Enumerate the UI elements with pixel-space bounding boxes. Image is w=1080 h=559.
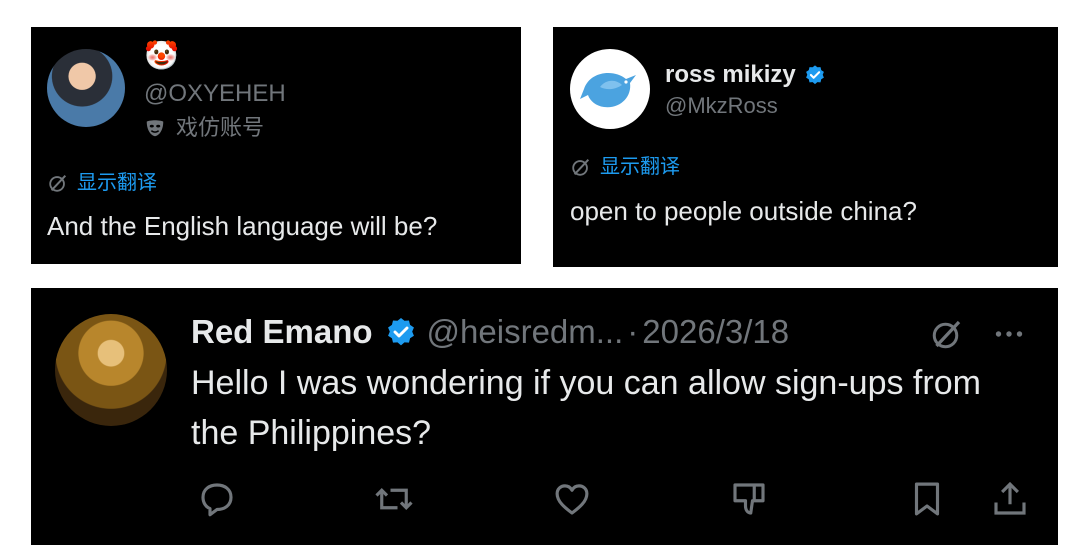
tweet-card-red-emano: Red Emano @heisredm... · 2026/3/18 Hello… <box>31 288 1058 545</box>
profile-emoji: 🤡 <box>144 40 179 71</box>
tweet-card-ross-mikizy: ross mikizy @MkzRoss 显示翻译 open to people… <box>553 27 1058 267</box>
parody-label-text: 戏仿账号 <box>176 115 265 140</box>
display-name[interactable]: Red Emano <box>191 313 373 351</box>
tweet-card-oxyeheh: 🤡 @OXYEHEH 戏仿账号 显示翻译 And the English lan… <box>31 27 521 264</box>
tweet-date[interactable]: 2026/3/18 <box>642 313 789 351</box>
tweet-text: And the English language will be? <box>47 211 438 241</box>
reply-icon[interactable] <box>196 478 238 520</box>
avatar[interactable] <box>570 49 650 129</box>
mask-icon <box>146 120 164 137</box>
verified-badge-icon <box>805 65 824 85</box>
bookmark-icon[interactable] <box>906 478 948 520</box>
tweet-header: Red Emano @heisredm... · 2026/3/18 <box>191 310 789 354</box>
share-icon[interactable] <box>989 478 1031 520</box>
show-translation-label[interactable]: 显示翻译 <box>77 170 157 196</box>
display-name[interactable]: ross mikizy <box>665 61 826 89</box>
user-handle[interactable]: @OXYEHEH <box>144 80 286 108</box>
verified-badge-icon <box>387 318 414 346</box>
user-handle[interactable]: @MkzRoss <box>665 92 778 120</box>
parody-account-label: 戏仿账号 <box>144 114 264 142</box>
dislike-icon[interactable] <box>728 478 770 520</box>
user-handle[interactable]: @heisredm... <box>427 313 624 351</box>
grok-icon <box>572 158 590 176</box>
grok-icon[interactable] <box>929 316 965 352</box>
display-name-text[interactable]: ross mikizy <box>665 61 796 89</box>
more-options-icon[interactable] <box>991 316 1027 352</box>
show-translation-label[interactable]: 显示翻译 <box>600 154 680 180</box>
like-icon[interactable] <box>551 478 593 520</box>
retweet-icon[interactable] <box>373 478 415 520</box>
avatar[interactable] <box>47 49 125 127</box>
show-translation-link[interactable]: 显示翻译 <box>570 154 680 180</box>
tweet-text: open to people outside china? <box>570 196 917 226</box>
show-translation-link[interactable]: 显示翻译 <box>47 170 157 196</box>
bird-logo-icon <box>580 73 636 108</box>
separator: · <box>627 313 639 350</box>
grok-icon <box>49 174 67 192</box>
tweet-text: Hello I was wondering if you can allow s… <box>191 364 981 452</box>
avatar[interactable] <box>55 314 167 426</box>
